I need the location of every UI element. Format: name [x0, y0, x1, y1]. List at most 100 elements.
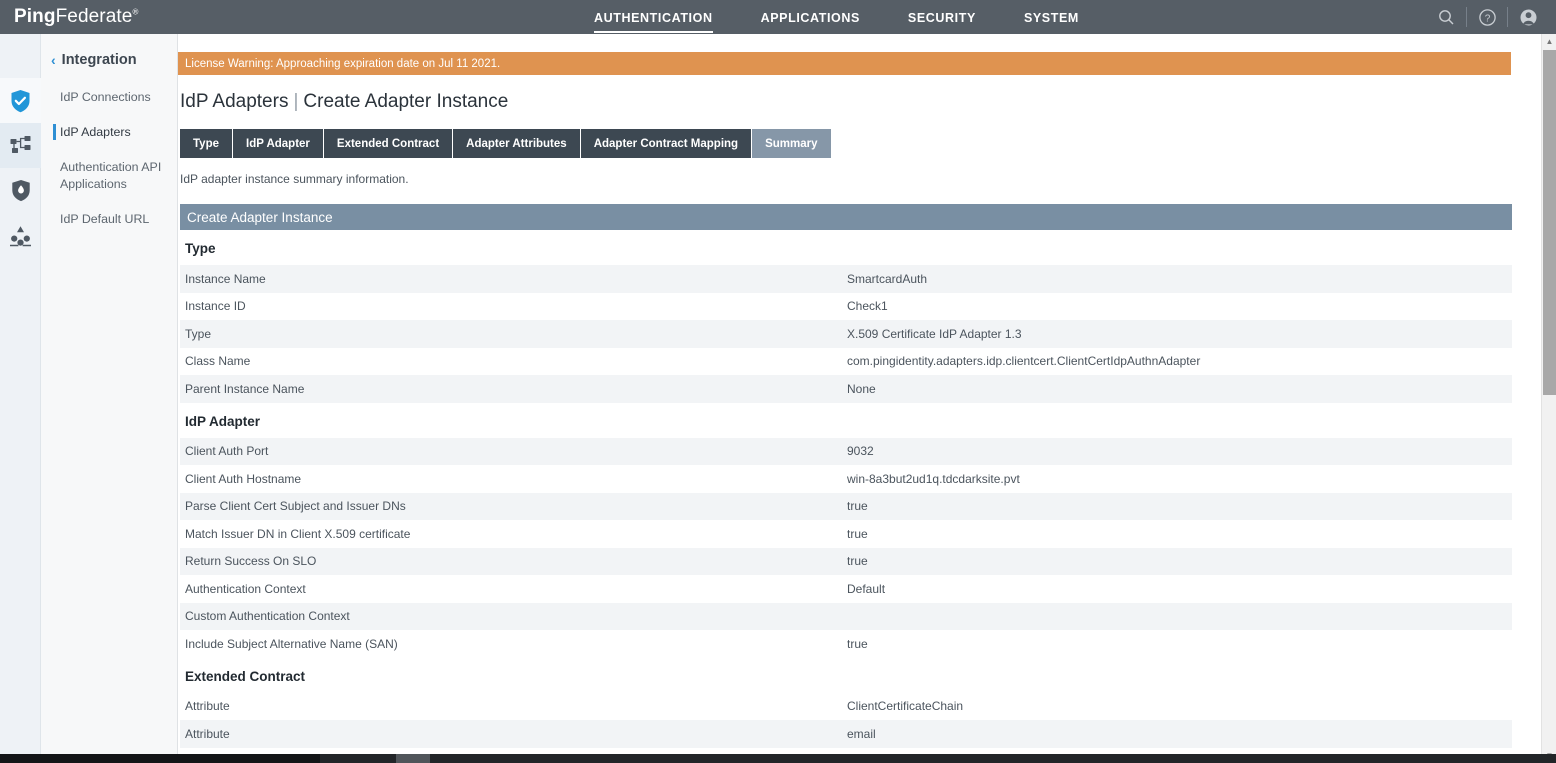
icon-rail — [0, 34, 41, 763]
table-row: Attribute ClientCertificateChain — [180, 692, 1512, 720]
tab-summary[interactable]: Summary — [752, 129, 832, 158]
row-label: Include Subject Alternative Name (SAN) — [185, 636, 398, 651]
horizontal-scrollbar-thumb[interactable] — [396, 754, 430, 763]
group-title-idp-adapter: IdP Adapter — [185, 413, 261, 429]
row-label: Client Auth Hostname — [185, 471, 302, 486]
table-row: Class Name com.pingidentity.adapters.idp… — [180, 347, 1512, 375]
group-title-type: Type — [185, 241, 216, 256]
row-value: true — [847, 526, 868, 541]
help-icon[interactable]: ? — [1467, 0, 1507, 34]
rail-item-shield-flame[interactable] — [0, 168, 41, 213]
brand-trademark: ® — [132, 7, 139, 17]
row-value: Default — [847, 581, 886, 596]
row-value: com.pingidentity.adapters.idp.clientcert… — [847, 354, 1201, 369]
tab-idp-adapter[interactable]: IdP Adapter — [233, 129, 324, 158]
shield-check-icon — [10, 89, 31, 113]
row-label: Instance Name — [185, 271, 266, 286]
page-title: IdP Adapters | Create Adapter Instance — [180, 91, 1528, 113]
top-nav-items: AUTHENTICATION APPLICATIONS SECURITY SYS… — [594, 0, 1127, 34]
page-title-secondary: Create Adapter Instance — [303, 91, 509, 112]
scroll-up-arrow-icon[interactable]: ▲ — [1542, 34, 1556, 49]
row-value: 9032 — [847, 444, 874, 459]
rail-item-identity-group[interactable] — [0, 213, 41, 258]
tab-extended-contract[interactable]: Extended Contract — [323, 129, 454, 158]
row-label: Type — [185, 326, 212, 341]
row-value: win-8a3but2ud1q.tdcdarksite.pvt — [847, 471, 1020, 486]
user-avatar-icon[interactable] — [1508, 0, 1548, 34]
wizard-tabs: Type IdP Adapter Extended Contract Adapt… — [180, 129, 1528, 158]
nav-item-applications[interactable]: APPLICATIONS — [761, 2, 860, 33]
group-title-extended-contract: Extended Contract — [185, 668, 306, 684]
top-navigation-bar: PingFederate® AUTHENTICATION APPLICATION… — [0, 0, 1556, 34]
row-value: email — [847, 726, 876, 741]
rail-top-spacer — [0, 34, 40, 78]
table-row: Type X.509 Certificate IdP Adapter 1.3 — [180, 320, 1512, 348]
pingfederate-logo[interactable]: PingFederate® — [14, 6, 138, 28]
nav-item-system[interactable]: SYSTEM — [1024, 2, 1079, 33]
shield-flame-icon — [11, 179, 31, 202]
sidebar-back-header[interactable]: ‹ Integration — [51, 52, 177, 68]
row-label: Parent Instance Name — [185, 381, 305, 396]
svg-text:?: ? — [1484, 13, 1490, 24]
nav-item-authentication[interactable]: AUTHENTICATION — [594, 2, 713, 33]
sidebar-item-authentication-api-applications[interactable]: Authentication API Applications — [41, 150, 177, 202]
summary-section-bar: Create Adapter Instance — [180, 204, 1512, 230]
sidebar-item-idp-connections[interactable]: IdP Connections — [41, 80, 177, 115]
nav-item-security[interactable]: SECURITY — [908, 2, 976, 33]
sidebar-item-idp-default-url[interactable]: IdP Default URL — [41, 202, 177, 237]
chevron-left-icon: ‹ — [51, 52, 56, 68]
top-nav-tools: ? — [1426, 0, 1548, 34]
tab-adapter-attributes[interactable]: Adapter Attributes — [453, 129, 581, 158]
horizontal-scrollbar[interactable] — [320, 754, 1556, 763]
page-title-primary: IdP Adapters — [180, 91, 289, 112]
bottom-edge-strip — [0, 754, 320, 763]
row-label: Client Auth Port — [185, 444, 269, 459]
brand-bold-text: Ping — [14, 6, 56, 27]
page-description: IdP adapter instance summary information… — [180, 172, 409, 186]
row-value: SmartcardAuth — [847, 271, 928, 286]
vertical-scrollbar[interactable]: ▲ ▼ — [1541, 34, 1556, 763]
row-label: Return Success On SLO — [185, 554, 317, 569]
table-row: Include Subject Alternative Name (SAN) t… — [180, 630, 1512, 658]
table-row: Parse Client Cert Subject and Issuer DNs… — [180, 492, 1512, 520]
table-row: Authentication Context Default — [180, 575, 1512, 603]
table-row: Client Auth Port 9032 — [180, 437, 1512, 465]
row-label: Match Issuer DN in Client X.509 certific… — [185, 526, 411, 541]
row-value: true — [847, 554, 868, 569]
network-nodes-icon — [10, 135, 32, 157]
rail-item-network-nodes[interactable] — [0, 123, 41, 168]
rail-item-shield-check[interactable] — [0, 78, 41, 123]
row-label: Instance ID — [185, 299, 246, 314]
table-row: Parent Instance Name None — [180, 375, 1512, 403]
table-row: Match Issuer DN in Client X.509 certific… — [180, 520, 1512, 548]
row-label: Attribute — [185, 699, 230, 714]
row-value: X.509 Certificate IdP Adapter 1.3 — [847, 326, 1022, 341]
table-row: Attribute email — [180, 720, 1512, 748]
main-content: License Warning: Approaching expiration … — [178, 34, 1528, 763]
row-label: Parse Client Cert Subject and Issuer DNs — [185, 499, 406, 514]
row-value: true — [847, 499, 868, 514]
sidebar-header-label: Integration — [61, 52, 137, 68]
row-label: Class Name — [185, 354, 251, 369]
tab-type[interactable]: Type — [180, 129, 233, 158]
row-value: None — [847, 381, 876, 396]
table-row: Instance Name SmartcardAuth — [180, 265, 1512, 293]
table-row: Custom Authentication Context — [180, 602, 1512, 630]
row-value: true — [847, 636, 868, 651]
tab-adapter-contract-mapping[interactable]: Adapter Contract Mapping — [580, 129, 753, 158]
row-value: Check1 — [847, 299, 888, 314]
row-value: ClientCertificateChain — [847, 699, 964, 714]
table-row: Instance ID Check1 — [180, 292, 1512, 320]
vertical-scrollbar-thumb[interactable] — [1543, 50, 1556, 395]
row-label: Authentication Context — [185, 581, 306, 596]
row-label: Attribute — [185, 726, 230, 741]
brand-light-text: Federate — [55, 6, 133, 27]
table-row: Client Auth Hostname win-8a3but2ud1q.tdc… — [180, 465, 1512, 493]
sidebar: ‹ Integration IdP Connections IdP Adapte… — [41, 34, 178, 763]
row-label: Custom Authentication Context — [185, 609, 350, 624]
sidebar-item-idp-adapters[interactable]: IdP Adapters — [41, 115, 177, 150]
license-warning-banner: License Warning: Approaching expiration … — [178, 52, 1511, 75]
identity-group-icon — [9, 225, 32, 247]
search-icon[interactable] — [1426, 0, 1466, 34]
page-title-separator: | — [293, 91, 299, 112]
